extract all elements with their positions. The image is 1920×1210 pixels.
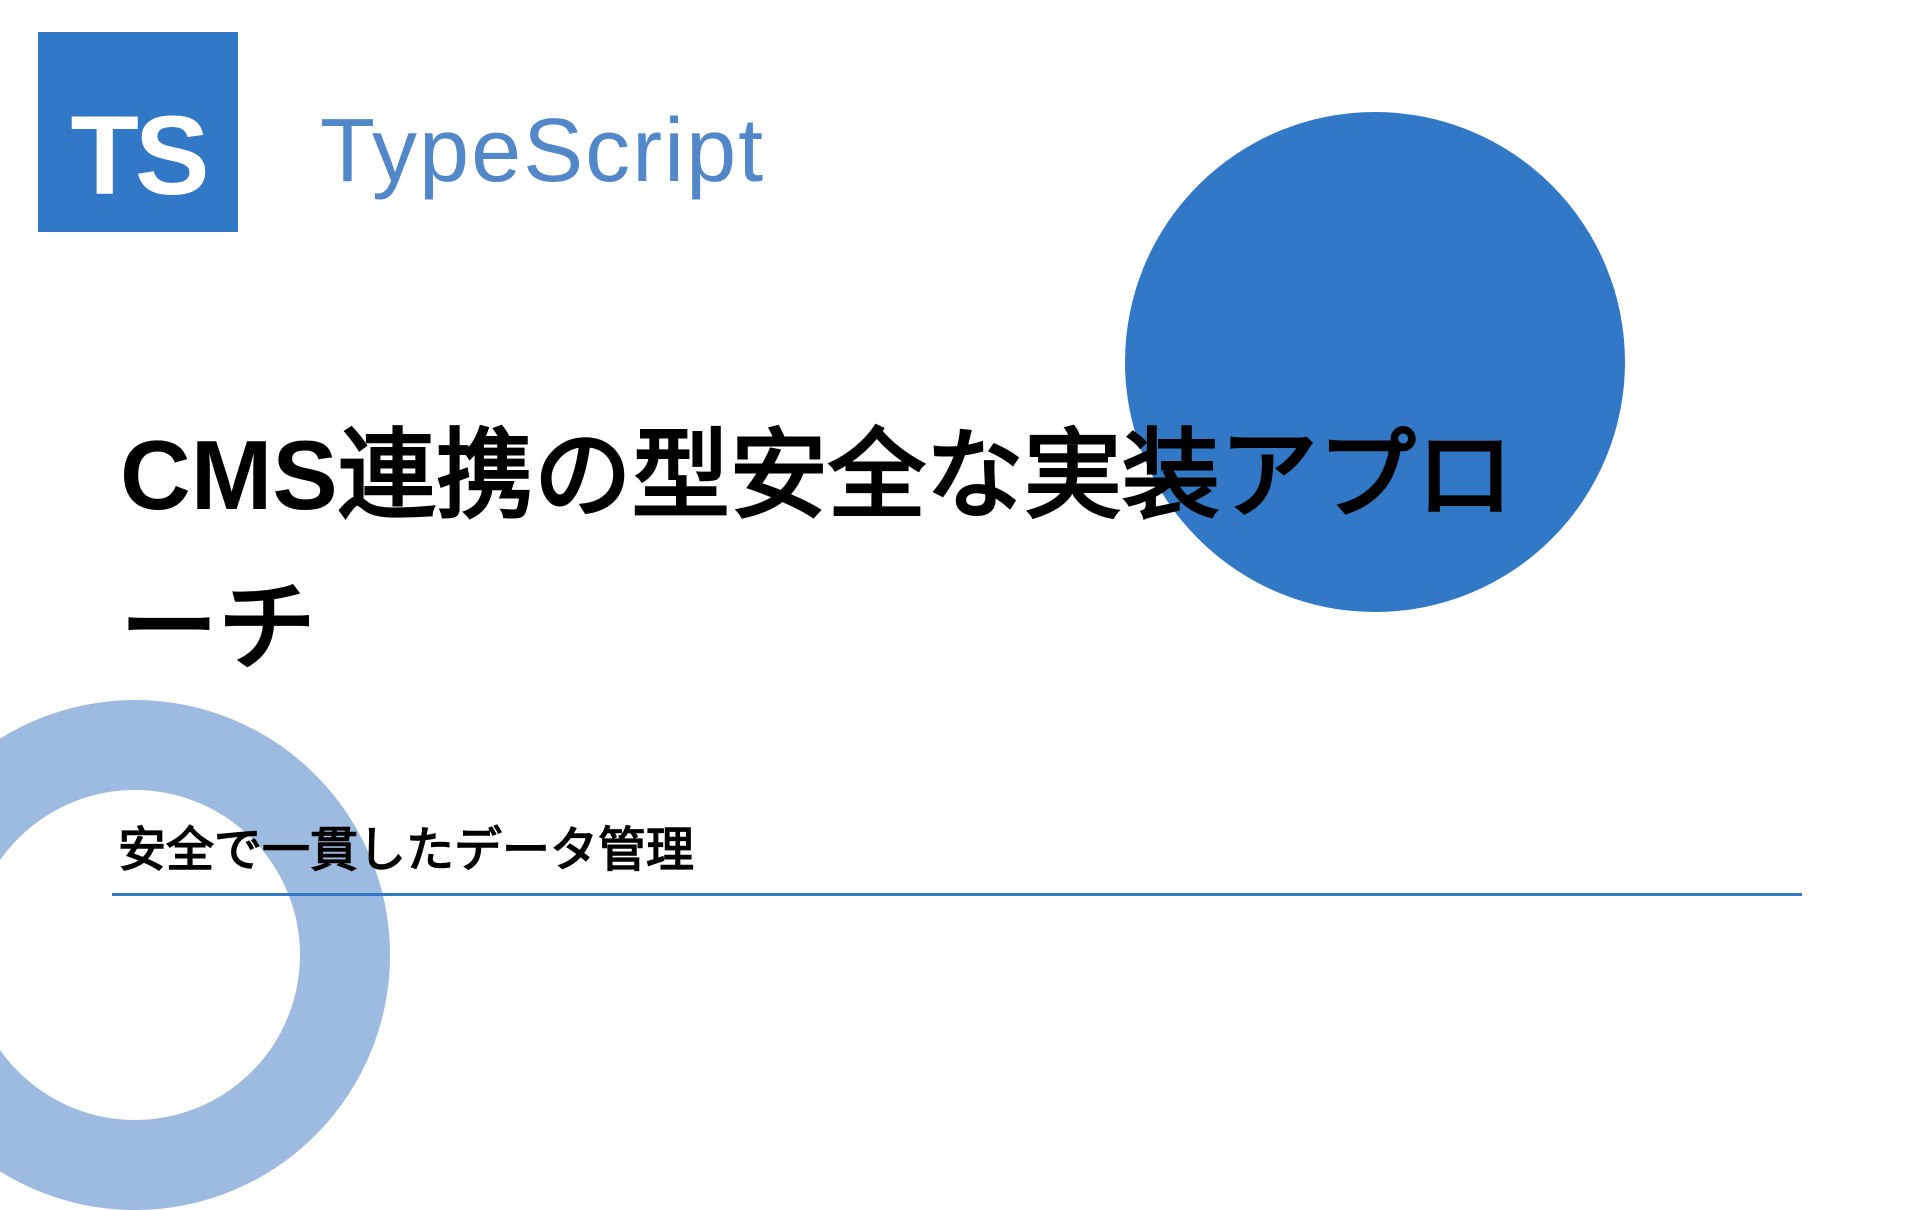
slide-subtitle: 安全で一貫したデータ管理 xyxy=(118,810,694,880)
typescript-logo: TS xyxy=(38,32,238,232)
logo-text: TS xyxy=(70,91,205,220)
slide-title: CMS連携の型安全な実装アプローチ xyxy=(120,400,1600,704)
divider-line xyxy=(112,893,1802,896)
decorative-circle-ring xyxy=(0,700,390,1210)
brand-label: TypeScript xyxy=(320,100,765,203)
